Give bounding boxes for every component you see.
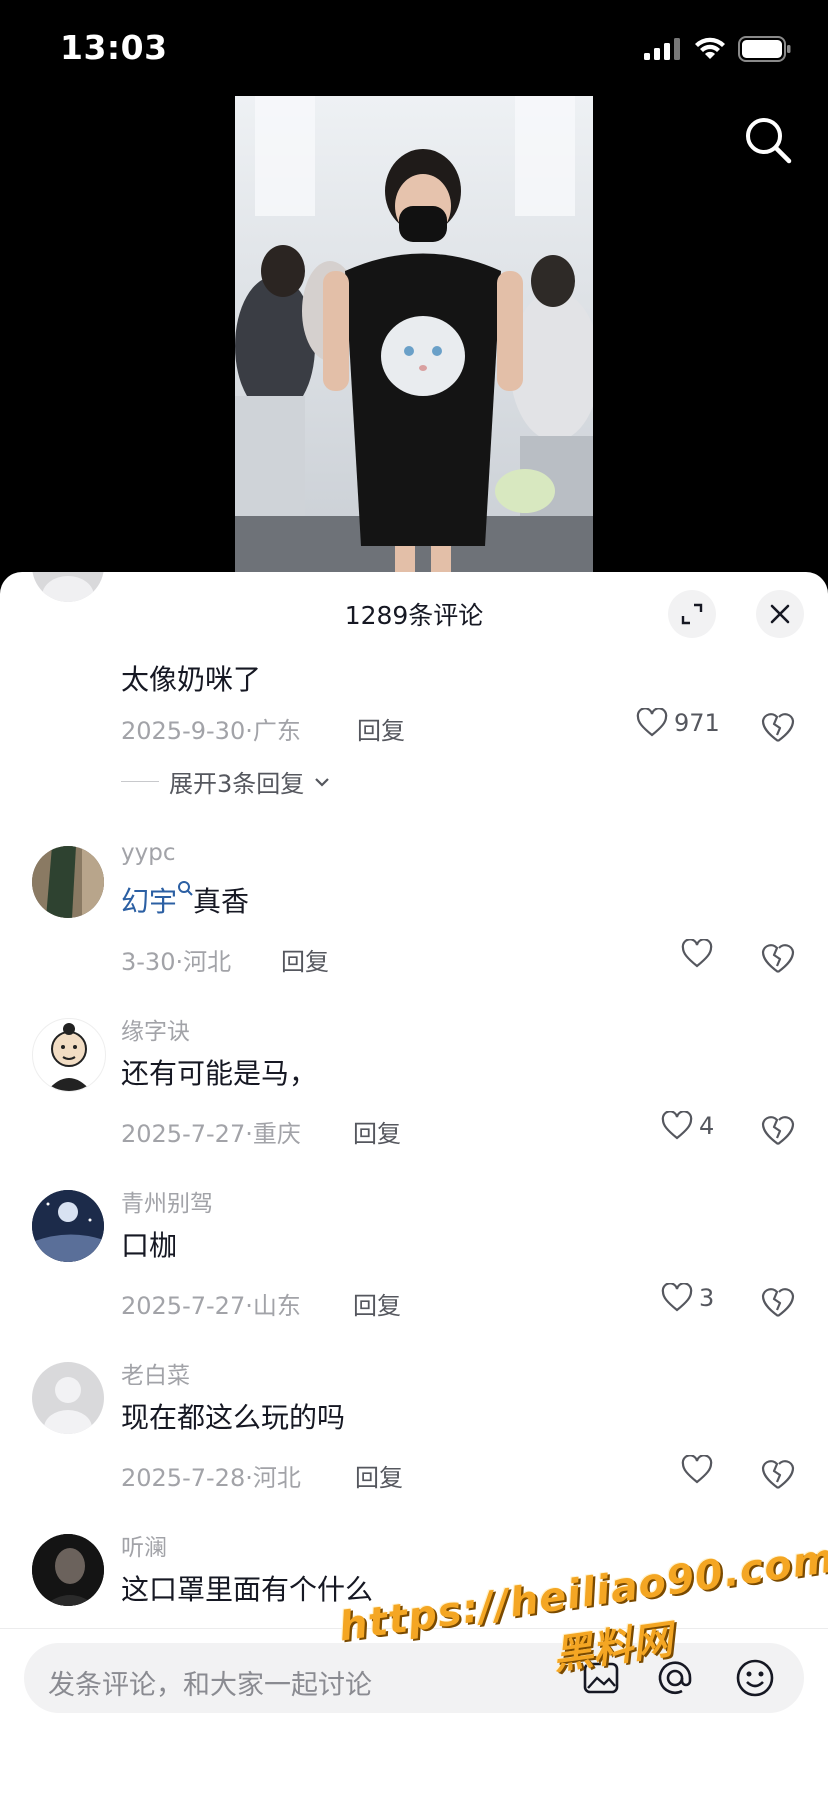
avatar[interactable] — [32, 1018, 106, 1092]
comment-meta: 2025-9-30·广东 — [121, 717, 301, 745]
reply-button[interactable]: 回复 — [355, 1458, 403, 1493]
search-link-text[interactable]: 幻宇 — [121, 885, 177, 918]
comment-text-line: 幻宇 真香 — [121, 880, 249, 920]
comment-date: 2025-7-28 — [121, 1464, 246, 1492]
comment-username[interactable]: yypc — [121, 840, 175, 866]
heart-icon — [681, 939, 713, 968]
reply-button[interactable]: 回复 — [357, 711, 405, 746]
comment-username[interactable]: 听澜 — [121, 1528, 167, 1562]
comment-location: 山东 — [252, 1292, 301, 1320]
status-bar: 13:03 — [0, 0, 828, 96]
comment-text: 现在都这么玩的吗 — [121, 1401, 346, 1434]
expand-icon — [681, 603, 703, 625]
cellular-signal-icon — [644, 38, 680, 60]
heart-icon — [661, 1283, 693, 1312]
like-count: 4 — [699, 1112, 715, 1140]
heart-icon — [681, 1455, 713, 1484]
like-button[interactable]: 971 — [636, 708, 720, 738]
comment-location: 河北 — [252, 1464, 301, 1492]
comment-text: 口枷 — [121, 1229, 178, 1262]
video-player[interactable] — [235, 96, 593, 572]
status-icons — [644, 36, 792, 62]
search-small-icon — [178, 881, 193, 896]
reply-button[interactable]: 回复 — [353, 1114, 401, 1149]
wifi-icon — [695, 37, 725, 59]
battery-icon — [738, 36, 791, 62]
like-button[interactable]: 3 — [661, 1283, 714, 1313]
comment-meta: 2025-7-27·重庆 — [121, 1120, 301, 1148]
broken-heart-icon[interactable] — [760, 1113, 796, 1149]
comment-text: 还有可能是马， — [121, 1057, 318, 1090]
like-button[interactable] — [681, 939, 719, 969]
comment-text: 真香 — [193, 885, 250, 918]
comment-date: 3-30 — [121, 948, 176, 976]
comment-username[interactable]: 青州别驾 — [121, 1184, 213, 1218]
comment-date: 2025-9-30 — [121, 717, 246, 745]
comment-meta: 3-30·河北 — [121, 948, 232, 976]
broken-heart-icon[interactable] — [760, 941, 796, 977]
comments-header: 1289条评论 — [0, 572, 828, 652]
comment-text: 这口罩里面有个什么 — [121, 1573, 374, 1606]
emoji-icon[interactable] — [734, 1657, 776, 1699]
like-button[interactable]: 4 — [661, 1111, 714, 1141]
expand-replies-button[interactable]: 展开3条回复 — [121, 764, 330, 799]
comment-date: 2025-7-27 — [121, 1120, 246, 1148]
broken-heart-icon[interactable] — [760, 1285, 796, 1321]
video-thumbnail — [235, 96, 593, 572]
comment-username[interactable]: 老白菜 — [121, 1356, 190, 1390]
avatar[interactable] — [32, 846, 104, 918]
avatar[interactable] — [32, 1534, 104, 1606]
avatar[interactable] — [32, 1362, 104, 1434]
comment-meta: 2025-7-27·山东 — [121, 1292, 301, 1320]
reply-button[interactable]: 回复 — [281, 942, 329, 977]
comment-location: 河北 — [183, 948, 232, 976]
comment-date: 2025-7-27 — [121, 1292, 246, 1320]
status-time: 13:03 — [60, 28, 168, 67]
broken-heart-icon[interactable] — [760, 1457, 796, 1493]
broken-heart-icon[interactable] — [760, 710, 796, 746]
comment-username[interactable]: 缘字诀 — [121, 1012, 190, 1046]
comment-meta: 2025-7-28·河北 — [121, 1464, 301, 1492]
avatar[interactable] — [32, 1190, 104, 1262]
like-button[interactable] — [681, 1455, 719, 1485]
comment-location: 广东 — [252, 717, 301, 745]
search-icon[interactable] — [742, 114, 794, 166]
like-count: 3 — [699, 1284, 715, 1312]
comment-location: 重庆 — [252, 1120, 301, 1148]
comment-text: 太像奶咪了 — [121, 663, 262, 696]
like-count: 971 — [674, 709, 720, 737]
close-icon — [770, 604, 790, 624]
expand-button[interactable] — [668, 590, 716, 638]
heart-icon — [636, 708, 668, 737]
close-button[interactable] — [756, 590, 804, 638]
reply-button[interactable]: 回复 — [353, 1286, 401, 1321]
chevron-down-icon — [315, 777, 330, 787]
heart-icon — [661, 1111, 693, 1140]
expand-replies-label: 展开3条回复 — [169, 770, 305, 798]
comment-input-placeholder: 发条评论，和大家一起讨论 — [48, 1670, 372, 1701]
video-area[interactable] — [0, 96, 828, 572]
